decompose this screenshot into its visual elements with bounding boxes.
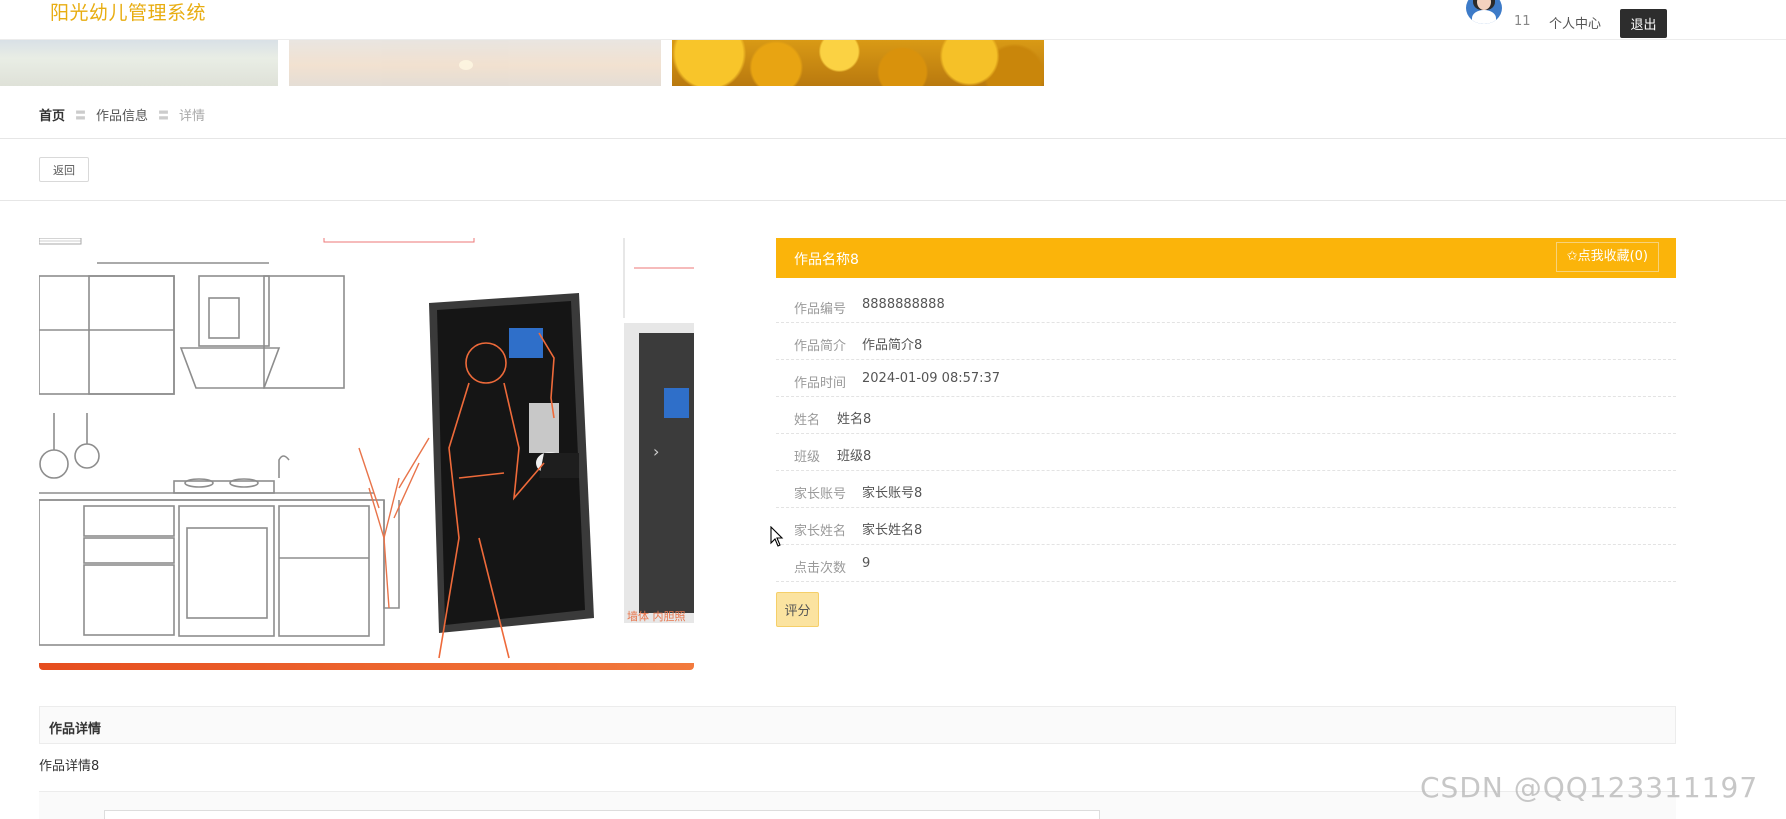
breadcrumb-current: 详情 [179,109,206,124]
field-label: 作品简介 [794,339,847,354]
field-value: 作品简介8 [862,338,923,353]
banner-image-autumn-trees [672,40,1044,86]
breadcrumb-separator: 〓 [158,108,170,122]
product-info-header: 作品名称8 ✩点我收藏(0) [776,238,1676,278]
carousel-next-icon[interactable]: › [653,442,659,461]
field-value: 9 [862,556,871,571]
site-title: 阳光幼儿管理系统 [50,2,207,24]
field-value: 家长姓名8 [862,523,923,538]
detail-inner-box [104,810,1100,819]
kitchen-sketch-image: 墙体 内胆照 [39,238,694,670]
banner-image-sunset [289,40,661,86]
image-caption: 墙体 内胆照 [627,609,686,623]
field-value: 姓名8 [837,412,872,427]
field-label: 姓名 [794,413,821,428]
divider [0,200,1786,201]
banner-image-mountains [0,40,278,86]
field-value: 2024-01-09 08:57:37 [862,371,1001,386]
username: 11 [1514,14,1531,29]
info-row-name: 姓名 姓名8 [776,397,1676,434]
info-row-class: 班级 班级8 [776,434,1676,471]
info-row-clicks: 点击次数 9 [776,545,1676,582]
detail-content: 作品详情8 [39,759,100,774]
info-row-number: 作品编号 8888888888 [776,286,1676,323]
detail-title: 作品详情 [49,722,102,737]
info-row-intro: 作品简介 作品简介8 [776,323,1676,360]
personal-center-link[interactable]: 个人中心 [1549,13,1601,32]
field-label: 点击次数 [794,561,847,576]
user-avatar[interactable] [1466,0,1502,24]
detail-section-header: 作品详情 [39,706,1676,744]
field-label: 家长账号 [794,487,847,502]
divider [0,138,1786,139]
breadcrumb-works[interactable]: 作品信息 [96,105,148,124]
field-label: 作品编号 [794,302,847,317]
top-header: 阳光幼儿管理系统 11 个人中心 退出 [0,0,1786,40]
product-name: 作品名称8 [794,252,859,268]
breadcrumb: 首页 〓 作品信息 〓 详情 [39,105,206,125]
logout-button[interactable]: 退出 [1620,9,1667,38]
field-label: 家长姓名 [794,524,847,539]
field-value: 8888888888 [862,297,945,312]
mouse-cursor-icon [770,526,784,547]
field-label: 作品时间 [794,376,847,391]
info-row-time: 作品时间 2024-01-09 08:57:37 [776,360,1676,397]
info-row-parent-account: 家长账号 家长账号8 [776,471,1676,508]
info-row-parent-name: 家长姓名 家长姓名8 [776,508,1676,545]
watermark: CSDN @QQ123311197 [1420,771,1759,804]
product-image-carousel[interactable]: 墙体 内胆照 › [39,238,694,670]
favorite-button[interactable]: ✩点我收藏(0) [1555,242,1659,272]
back-button[interactable]: 返回 [39,157,89,182]
breadcrumb-separator: 〓 [75,108,87,122]
field-value: 家长账号8 [862,486,923,501]
field-label: 班级 [794,450,821,465]
carousel-bottom-bar [39,663,694,670]
field-value: 班级8 [837,449,872,464]
breadcrumb-home[interactable]: 首页 [39,105,65,124]
rate-button[interactable]: 评分 [776,592,819,627]
